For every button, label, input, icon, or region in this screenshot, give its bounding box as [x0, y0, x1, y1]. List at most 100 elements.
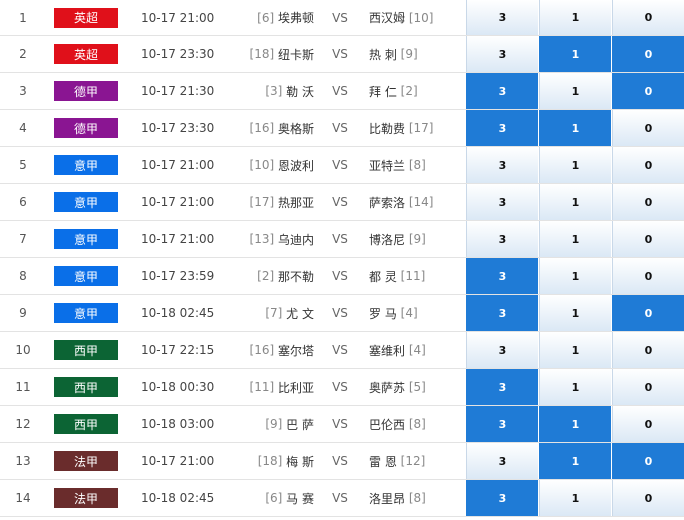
odds-draw-button[interactable]: 1: [539, 258, 611, 294]
league-cell: 意甲: [54, 221, 118, 257]
table-row: 12 西甲 10-18 03:00 [9] 巴 萨 VS 巴伦西 [8] 3 1…: [0, 406, 684, 443]
away-team: 博洛尼 [9]: [369, 221, 465, 257]
odds-win-button[interactable]: 3: [466, 184, 538, 220]
league-badge[interactable]: 意甲: [54, 266, 118, 286]
odds-draw-button[interactable]: 1: [539, 369, 611, 405]
odds-draw-button[interactable]: 1: [539, 295, 611, 331]
odds-draw-button[interactable]: 1: [539, 480, 611, 516]
odds-lose-button[interactable]: 0: [612, 110, 684, 146]
home-team: [16] 奥格斯: [230, 110, 314, 146]
vs-label: VS: [332, 158, 348, 172]
odds-win-button[interactable]: 3: [466, 73, 538, 109]
odds-lose-button[interactable]: 0: [612, 36, 684, 72]
home-team-name: 那不勒: [277, 269, 314, 284]
odds-lose-button[interactable]: 0: [612, 221, 684, 257]
home-team-name: 比利亚: [277, 380, 314, 395]
odds-lose-button[interactable]: 0: [612, 406, 684, 442]
odds-lose-button[interactable]: 0: [612, 147, 684, 183]
away-team-name: 萨索洛: [369, 195, 406, 210]
table-row: 6 意甲 10-17 21:00 [17] 热那亚 VS 萨索洛 [14] 3 …: [0, 184, 684, 221]
away-team-name: 拜 仁: [369, 84, 397, 99]
league-badge[interactable]: 英超: [54, 7, 118, 28]
odds-lose-button[interactable]: 0: [612, 332, 684, 368]
league-cell: 意甲: [54, 258, 118, 294]
table-row: 8 意甲 10-17 23:59 [2] 那不勒 VS 都 灵 [11] 3 1…: [0, 258, 684, 295]
league-badge[interactable]: 德甲: [54, 81, 118, 101]
home-team-name: 埃弗顿: [277, 11, 314, 25]
odds-draw-button[interactable]: 1: [539, 36, 611, 72]
odds-win-button[interactable]: 3: [466, 295, 538, 331]
away-team: 比勒费 [17]: [369, 110, 465, 146]
odds-draw-button[interactable]: 1: [539, 332, 611, 368]
odds-win-button[interactable]: 3: [466, 480, 538, 516]
row-number: 9: [19, 306, 27, 320]
league-badge[interactable]: 英超: [54, 44, 118, 64]
odds-lose-button[interactable]: 0: [612, 369, 684, 405]
league-badge[interactable]: 西甲: [54, 340, 118, 360]
home-rank: [13]: [249, 232, 275, 246]
table-row: 10 西甲 10-17 22:15 [16] 塞尔塔 VS 塞维利 [4] 3 …: [0, 332, 684, 369]
home-team: [16] 塞尔塔: [230, 332, 314, 368]
odds-draw-button[interactable]: 1: [539, 184, 611, 220]
odds-draw-button[interactable]: 1: [539, 0, 611, 35]
away-rank: [10]: [408, 10, 434, 25]
table-row: 7 意甲 10-17 21:00 [13] 乌迪内 VS 博洛尼 [9] 3 1…: [0, 221, 684, 258]
away-rank: [4]: [408, 343, 426, 357]
odds-lose-button[interactable]: 0: [612, 184, 684, 220]
odds-lose-button[interactable]: 0: [612, 258, 684, 294]
vs-label: VS: [332, 269, 348, 283]
league-badge[interactable]: 法甲: [54, 451, 118, 471]
odds-win-button[interactable]: 3: [466, 110, 538, 146]
match-time: 10-18 03:00: [141, 417, 215, 431]
odds-draw-button[interactable]: 1: [539, 110, 611, 146]
odds-draw-button[interactable]: 1: [539, 221, 611, 257]
league-badge[interactable]: 法甲: [54, 488, 118, 508]
league-badge[interactable]: 意甲: [54, 229, 118, 249]
odds-lose-button[interactable]: 0: [612, 480, 684, 516]
league-badge[interactable]: 西甲: [54, 377, 118, 397]
odds-win-button[interactable]: 3: [466, 369, 538, 405]
odds-draw-button[interactable]: 1: [539, 147, 611, 183]
vs-label: VS: [332, 121, 348, 135]
odds-win-button[interactable]: 3: [466, 258, 538, 294]
odds-lose-button[interactable]: 0: [612, 73, 684, 109]
odds-win-button[interactable]: 3: [466, 443, 538, 479]
odds-draw-button[interactable]: 1: [539, 443, 611, 479]
odds-win-button[interactable]: 3: [466, 332, 538, 368]
league-badge[interactable]: 意甲: [54, 155, 118, 175]
odds-lose-button[interactable]: 0: [612, 443, 684, 479]
vs-label: VS: [332, 491, 348, 505]
match-time: 10-17 23:59: [141, 269, 215, 283]
odds-win-button[interactable]: 3: [466, 147, 538, 183]
odds-lose-button[interactable]: 0: [612, 295, 684, 331]
table-row: 13 法甲 10-17 21:00 [18] 梅 斯 VS 雷 恩 [12] 3…: [0, 443, 684, 480]
league-badge[interactable]: 西甲: [54, 414, 118, 434]
odds-win-button[interactable]: 3: [466, 221, 538, 257]
league-badge[interactable]: 意甲: [54, 192, 118, 212]
odds-draw-button[interactable]: 1: [539, 406, 611, 442]
away-team-name: 西汉姆: [369, 11, 406, 25]
league-cell: 英超: [54, 36, 118, 72]
away-rank: [12]: [400, 454, 426, 468]
home-team-name: 热那亚: [277, 195, 314, 210]
match-time: 10-18 02:45: [141, 491, 215, 505]
table-row: 4 德甲 10-17 23:30 [16] 奥格斯 VS 比勒费 [17] 3 …: [0, 110, 684, 147]
vs-label: VS: [332, 306, 348, 320]
away-rank: [9]: [408, 232, 426, 246]
away-rank: [8]: [408, 417, 426, 431]
league-badge[interactable]: 德甲: [54, 118, 118, 138]
away-team: 塞维利 [4]: [369, 332, 465, 368]
odds-draw-button[interactable]: 1: [539, 73, 611, 109]
away-team-name: 博洛尼: [369, 232, 406, 247]
away-rank: [5]: [408, 380, 426, 394]
table-row: 5 意甲 10-17 21:00 [10] 恩波利 VS 亚特兰 [8] 3 1…: [0, 147, 684, 184]
home-rank: [3]: [265, 84, 283, 98]
table-row: 9 意甲 10-18 02:45 [7] 尤 文 VS 罗 马 [4] 3 1 …: [0, 295, 684, 332]
odds-win-button[interactable]: 3: [466, 406, 538, 442]
league-badge[interactable]: 意甲: [54, 303, 118, 323]
odds-win-button[interactable]: 3: [466, 0, 538, 35]
match-time: 10-17 21:00: [141, 454, 215, 468]
odds-lose-button[interactable]: 0: [612, 0, 684, 35]
away-rank: [11]: [400, 269, 426, 283]
odds-win-button[interactable]: 3: [466, 36, 538, 72]
